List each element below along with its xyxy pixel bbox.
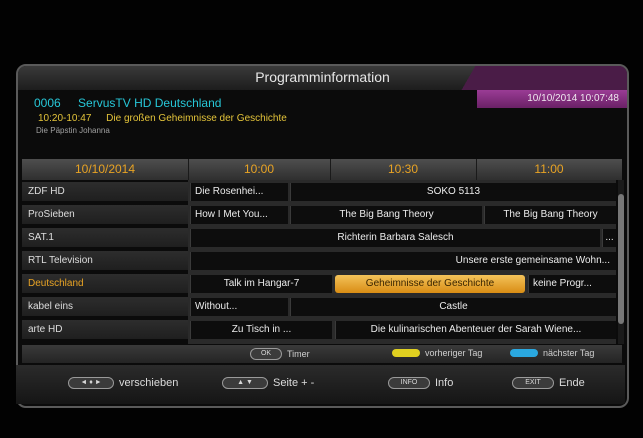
timeline-slot: 10:00 xyxy=(188,159,331,180)
channel-name-cell[interactable]: Deutschland xyxy=(22,274,188,293)
footer-bar: ◄ ♦ ► verschieben ▲ ▼ Seite + - INFO Inf… xyxy=(16,365,625,404)
timeline-slot: 11:00 xyxy=(534,162,564,176)
exit-hint: EXIT Ende xyxy=(512,377,585,389)
scrollbar[interactable] xyxy=(618,180,624,344)
timer-hint: OK Timer xyxy=(250,348,310,360)
program-cell[interactable]: Unsere erste gemeinsame Wohn... xyxy=(190,252,616,270)
program-cell[interactable]: The Big Bang Theory xyxy=(290,206,482,224)
exit-key-icon: EXIT xyxy=(512,377,554,389)
page-hint: ▲ ▼ Seite + - xyxy=(222,377,314,389)
channel-row[interactable]: ZDF HD Die Rosenhei... SOKO 5113 xyxy=(22,182,616,202)
channel-name-cell[interactable]: SAT.1 xyxy=(22,228,188,247)
program-cell[interactable]: Die kulinarischen Abenteuer der Sarah Wi… xyxy=(335,321,616,339)
yellow-key-icon xyxy=(392,349,420,357)
channel-row[interactable]: RTL Television Unsere erste gemeinsame W… xyxy=(22,251,616,271)
channel-row[interactable]: SAT.1 Richterin Barbara Salesch ... xyxy=(22,228,616,248)
info-hint: INFO Info xyxy=(388,377,453,389)
program-cell[interactable]: The Big Bang Theory xyxy=(484,206,616,224)
program-cell-selected[interactable]: Geheimnisse der Geschichte xyxy=(335,275,525,293)
scrollbar-thumb[interactable] xyxy=(618,194,624,324)
program-cell[interactable]: ... xyxy=(602,229,616,247)
page-keys-icon: ▲ ▼ xyxy=(222,377,268,389)
move-hint: ◄ ♦ ► verschieben xyxy=(68,377,178,389)
channel-row-active[interactable]: Deutschland Talk im Hangar-7 Geheimnisse… xyxy=(22,274,616,294)
exit-label: Ende xyxy=(559,377,585,389)
channel-name-cell[interactable]: kabel eins xyxy=(22,297,188,316)
timeline-header: 10/10/2014 10:00 10:30 11:00 xyxy=(22,159,622,180)
program-cell[interactable]: keine Progr... xyxy=(528,275,616,293)
prev-day-hint: vorheriger Tag xyxy=(392,348,482,358)
timeline-slot: 10:30 xyxy=(330,159,477,180)
info-label: Info xyxy=(435,377,454,389)
blue-key-icon xyxy=(510,349,538,357)
timer-label: Timer xyxy=(287,349,310,359)
channel-row[interactable]: ProSieben How I Met You... The Big Bang … xyxy=(22,205,616,225)
ok-key-icon: OK xyxy=(250,348,282,360)
channel-name-cell[interactable]: ProSieben xyxy=(22,205,188,224)
program-cell[interactable]: Without... xyxy=(190,298,288,316)
page-label: Seite + - xyxy=(273,377,315,389)
prev-day-label: vorheriger Tag xyxy=(425,348,483,358)
program-cell[interactable]: Richterin Barbara Salesch xyxy=(190,229,600,247)
channel-name-cell[interactable]: RTL Television xyxy=(22,251,188,270)
info-key-icon: INFO xyxy=(388,377,430,389)
color-key-bar: OK Timer vorheriger Tag nächster Tag xyxy=(22,345,622,363)
arrow-keys-icon: ◄ ♦ ► xyxy=(68,377,114,389)
channel-name-cell[interactable]: ZDF HD xyxy=(22,182,188,201)
program-cell[interactable]: Die Rosenhei... xyxy=(190,183,288,201)
program-cell[interactable]: SOKO 5113 xyxy=(290,183,616,201)
timeline-date: 10/10/2014 xyxy=(22,159,189,180)
channel-row[interactable]: arte HD Zu Tisch in ... Die kulinarische… xyxy=(22,320,616,340)
next-day-hint: nächster Tag xyxy=(510,348,594,358)
next-day-label: nächster Tag xyxy=(543,348,595,358)
channel-name-cell[interactable]: arte HD xyxy=(22,320,188,339)
channel-row[interactable]: kabel eins Without... Castle xyxy=(22,297,616,317)
program-cell[interactable]: How I Met You... xyxy=(190,206,288,224)
program-cell[interactable]: Talk im Hangar-7 xyxy=(190,275,332,293)
program-cell[interactable]: Zu Tisch in ... xyxy=(190,321,332,339)
program-cell[interactable]: Castle xyxy=(290,298,616,316)
move-label: verschieben xyxy=(119,377,179,389)
